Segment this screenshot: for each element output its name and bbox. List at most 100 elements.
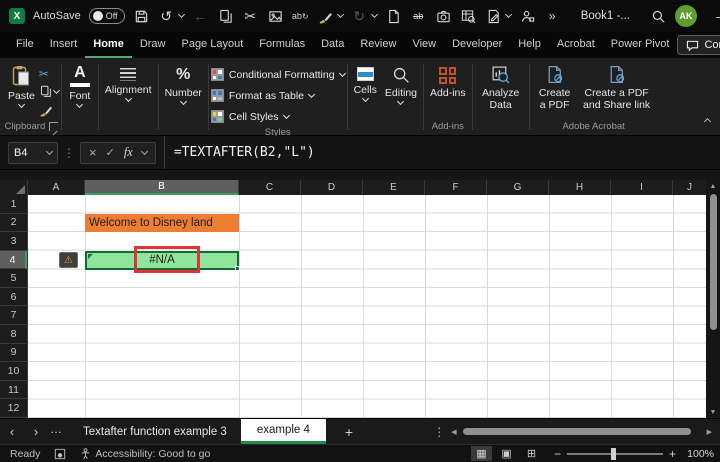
row-header[interactable]: 7 xyxy=(0,306,27,325)
hscroll-right-icon[interactable]: ▶ xyxy=(707,428,712,436)
find-replace-icon[interactable]: ab↻ xyxy=(292,7,309,25)
format-as-table-button[interactable]: Format as Table xyxy=(211,85,345,106)
cells-area[interactable]: Welcome to Disney land ⚠ #N/A xyxy=(28,195,706,418)
row-header[interactable]: 1 xyxy=(0,195,27,214)
paste-button[interactable]: Paste xyxy=(4,61,39,107)
ribbon-tab[interactable]: Developer xyxy=(444,32,510,58)
all-sheets-icon[interactable]: … xyxy=(50,422,63,436)
horizontal-scroll-thumb[interactable] xyxy=(463,428,691,435)
insert-function-icon[interactable]: fx xyxy=(124,145,133,160)
macro-record-button[interactable] xyxy=(54,448,66,460)
ribbon-tab[interactable]: File xyxy=(8,32,42,58)
minimize-button[interactable]: – xyxy=(705,0,720,32)
cell-b2[interactable]: Welcome to Disney land xyxy=(85,214,239,233)
strikethrough-icon[interactable]: ab xyxy=(410,7,427,25)
vertical-scrollbar[interactable]: ▲ ▼ xyxy=(706,180,720,418)
accessibility-status[interactable]: Accessibility: Good to go xyxy=(80,448,210,460)
zoom-in-icon[interactable]: + xyxy=(669,447,676,461)
table-lookup-icon[interactable] xyxy=(460,7,477,25)
ribbon-tab[interactable]: Page Layout xyxy=(173,32,251,58)
search-icon[interactable] xyxy=(650,7,667,25)
formula-bar-handle-icon[interactable]: ⋮ xyxy=(63,146,75,160)
addins-button[interactable]: Add-ins xyxy=(426,61,470,99)
normal-view-icon[interactable]: ▦ xyxy=(471,446,492,461)
new-document-icon[interactable] xyxy=(385,7,402,25)
number-button[interactable]: % Number xyxy=(161,61,206,104)
clipboard-dialog-launcher-icon[interactable] xyxy=(49,122,58,131)
editing-button[interactable]: Editing xyxy=(381,61,421,104)
new-sheet-icon[interactable]: + xyxy=(334,424,364,440)
row-header[interactable]: 8 xyxy=(0,325,27,344)
ribbon-tab[interactable]: Draw xyxy=(132,32,174,58)
ribbon-tab[interactable]: View xyxy=(404,32,444,58)
conditional-formatting-button[interactable]: Conditional Formatting xyxy=(211,64,345,85)
ribbon-tab[interactable]: Help xyxy=(510,32,549,58)
zoom-slider[interactable] xyxy=(567,453,663,455)
cut-button[interactable]: ✂ xyxy=(39,66,59,81)
column-header[interactable]: E xyxy=(363,180,425,195)
collapse-ribbon-icon[interactable] xyxy=(705,111,710,129)
zoom-slider-thumb[interactable] xyxy=(611,448,616,460)
row-header[interactable]: 4 xyxy=(0,251,27,270)
column-header[interactable]: H xyxy=(549,180,611,195)
ribbon-tab[interactable]: Insert xyxy=(42,32,86,58)
page-layout-view-icon[interactable]: ▣ xyxy=(496,446,517,461)
row-header[interactable]: 12 xyxy=(0,399,27,418)
row-header[interactable]: 11 xyxy=(0,381,27,400)
scroll-down-icon[interactable]: ▼ xyxy=(710,406,717,418)
more-commands-icon[interactable]: » xyxy=(544,7,561,25)
error-warning-button[interactable]: ⚠ xyxy=(59,252,78,268)
enter-icon[interactable]: ✓ xyxy=(106,146,115,159)
select-all-corner[interactable] xyxy=(0,180,28,195)
user-avatar[interactable]: AK xyxy=(675,5,697,27)
ribbon-tab[interactable]: Acrobat xyxy=(549,32,603,58)
analyze-data-button[interactable]: Analyze Data xyxy=(475,61,527,111)
format-painter-dropdown-icon[interactable] xyxy=(338,15,343,17)
comments-button[interactable]: Comments xyxy=(677,35,720,55)
name-box[interactable]: B4 xyxy=(8,142,58,164)
vertical-scroll-thumb[interactable] xyxy=(710,194,717,330)
create-pdf-button[interactable]: Create a PDF xyxy=(532,61,578,111)
cell-styles-button[interactable]: Cell Styles xyxy=(211,106,345,127)
autosave-toggle[interactable]: Off xyxy=(89,8,125,24)
create-pdf-share-button[interactable]: Create a PDF and Share link xyxy=(578,61,656,111)
ribbon-tab[interactable]: Formulas xyxy=(251,32,313,58)
zoom-level[interactable]: 100% xyxy=(680,448,714,460)
ribbon-tab[interactable]: Home xyxy=(85,32,132,58)
column-header[interactable]: C xyxy=(239,180,301,195)
cut-icon[interactable]: ✂ xyxy=(242,7,259,25)
row-header[interactable]: 10 xyxy=(0,362,27,381)
image-icon[interactable] xyxy=(267,7,284,25)
ribbon-tab[interactable]: Data xyxy=(313,32,352,58)
column-header[interactable]: B xyxy=(85,180,239,195)
copy-button[interactable] xyxy=(39,84,59,99)
row-header[interactable]: 6 xyxy=(0,288,27,307)
next-sheet-icon[interactable]: › xyxy=(24,424,48,439)
row-header[interactable]: 9 xyxy=(0,344,27,363)
row-header[interactable]: 3 xyxy=(0,232,27,251)
formula-input[interactable]: =TEXTAFTER(B2,"L") xyxy=(164,136,720,169)
sheetbar-options-icon[interactable]: ⋮ xyxy=(433,425,445,439)
undo-icon[interactable]: ↺ xyxy=(158,7,175,25)
ribbon-tab[interactable]: Review xyxy=(352,32,404,58)
camera-icon[interactable] xyxy=(435,7,452,25)
save-icon[interactable] xyxy=(133,7,150,25)
column-header[interactable]: D xyxy=(301,180,363,195)
hscroll-left-icon[interactable]: ◀ xyxy=(451,428,456,436)
document-edit-dropdown-icon[interactable] xyxy=(506,15,511,17)
row-header[interactable]: 5 xyxy=(0,269,27,288)
fill-handle[interactable] xyxy=(235,266,240,271)
scroll-up-icon[interactable]: ▲ xyxy=(710,180,717,192)
permissions-icon[interactable] xyxy=(519,7,536,25)
sheet-tab-textafter-example-3[interactable]: Textafter function example 3 xyxy=(69,419,241,444)
row-header[interactable]: 2 xyxy=(0,214,27,233)
column-header[interactable]: F xyxy=(425,180,487,195)
column-header[interactable]: I xyxy=(611,180,673,195)
column-header[interactable]: J xyxy=(673,180,706,195)
format-painter-button[interactable] xyxy=(39,102,59,117)
formula-bar-expand-icon[interactable] xyxy=(141,147,148,154)
horizontal-scrollbar[interactable] xyxy=(463,428,701,436)
undo-dropdown-icon[interactable] xyxy=(179,15,184,17)
previous-sheet-icon[interactable]: ‹ xyxy=(0,424,24,439)
page-break-view-icon[interactable]: ⊞ xyxy=(521,446,542,461)
